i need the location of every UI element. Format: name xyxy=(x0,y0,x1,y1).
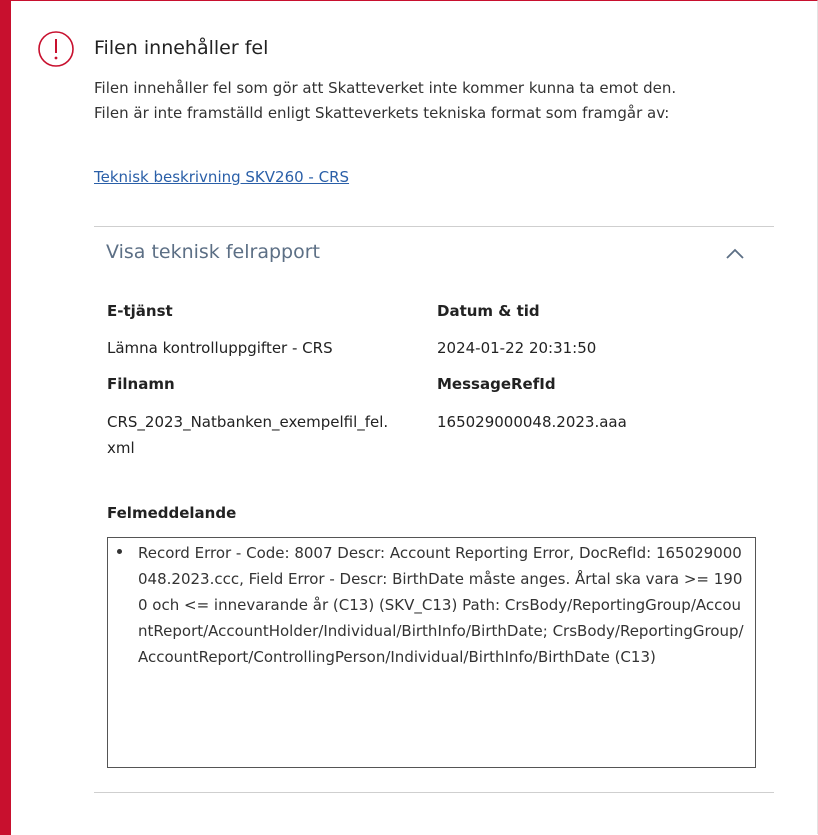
error-message-list: Record Error - Code: 8007 Descr: Account… xyxy=(108,538,755,670)
filnamn-value-line-2: xml xyxy=(107,439,135,457)
filnamn-label: Filnamn xyxy=(107,375,175,393)
alert-description: Filen innehåller fel som gör att Skattev… xyxy=(94,76,676,126)
etjanst-label: E-tjänst xyxy=(107,302,173,320)
alert-title: Filen innehåller fel xyxy=(94,37,269,59)
alert-description-line-1: Filen innehåller fel som gör att Skattev… xyxy=(94,79,677,97)
technical-description-link[interactable]: Teknisk beskrivning SKV260 - CRS xyxy=(94,168,349,186)
accordion-toggle-technical-report[interactable]: Visa teknisk felrapport xyxy=(94,227,774,283)
accordion-bottom-divider xyxy=(94,792,774,793)
chevron-up-icon xyxy=(725,246,745,260)
accordion-label: Visa teknisk felrapport xyxy=(106,241,320,263)
error-message-box[interactable]: Record Error - Code: 8007 Descr: Account… xyxy=(107,537,756,768)
alert-description-line-2: Filen är inte framställd enligt Skatteve… xyxy=(94,104,670,122)
datum-label: Datum & tid xyxy=(437,302,540,320)
error-message-item: Record Error - Code: 8007 Descr: Account… xyxy=(117,538,755,670)
felmeddelande-label: Felmeddelande xyxy=(107,504,237,522)
messagerefid-value: 165029000048.2023.aaa xyxy=(437,413,627,431)
alert-accent-bar xyxy=(0,1,11,835)
etjanst-value: Lämna kontrolluppgifter - CRS xyxy=(107,339,333,357)
messagerefid-label: MessageRefId xyxy=(437,375,556,393)
filnamn-value-line-1: CRS_2023_Natbanken_exempelfil_fel. xyxy=(107,413,389,431)
exclamation-circle-icon xyxy=(37,30,75,68)
datum-value: 2024-01-22 20:31:50 xyxy=(437,339,597,357)
error-alert-card: Filen innehåller fel Filen innehåller fe… xyxy=(0,0,818,835)
